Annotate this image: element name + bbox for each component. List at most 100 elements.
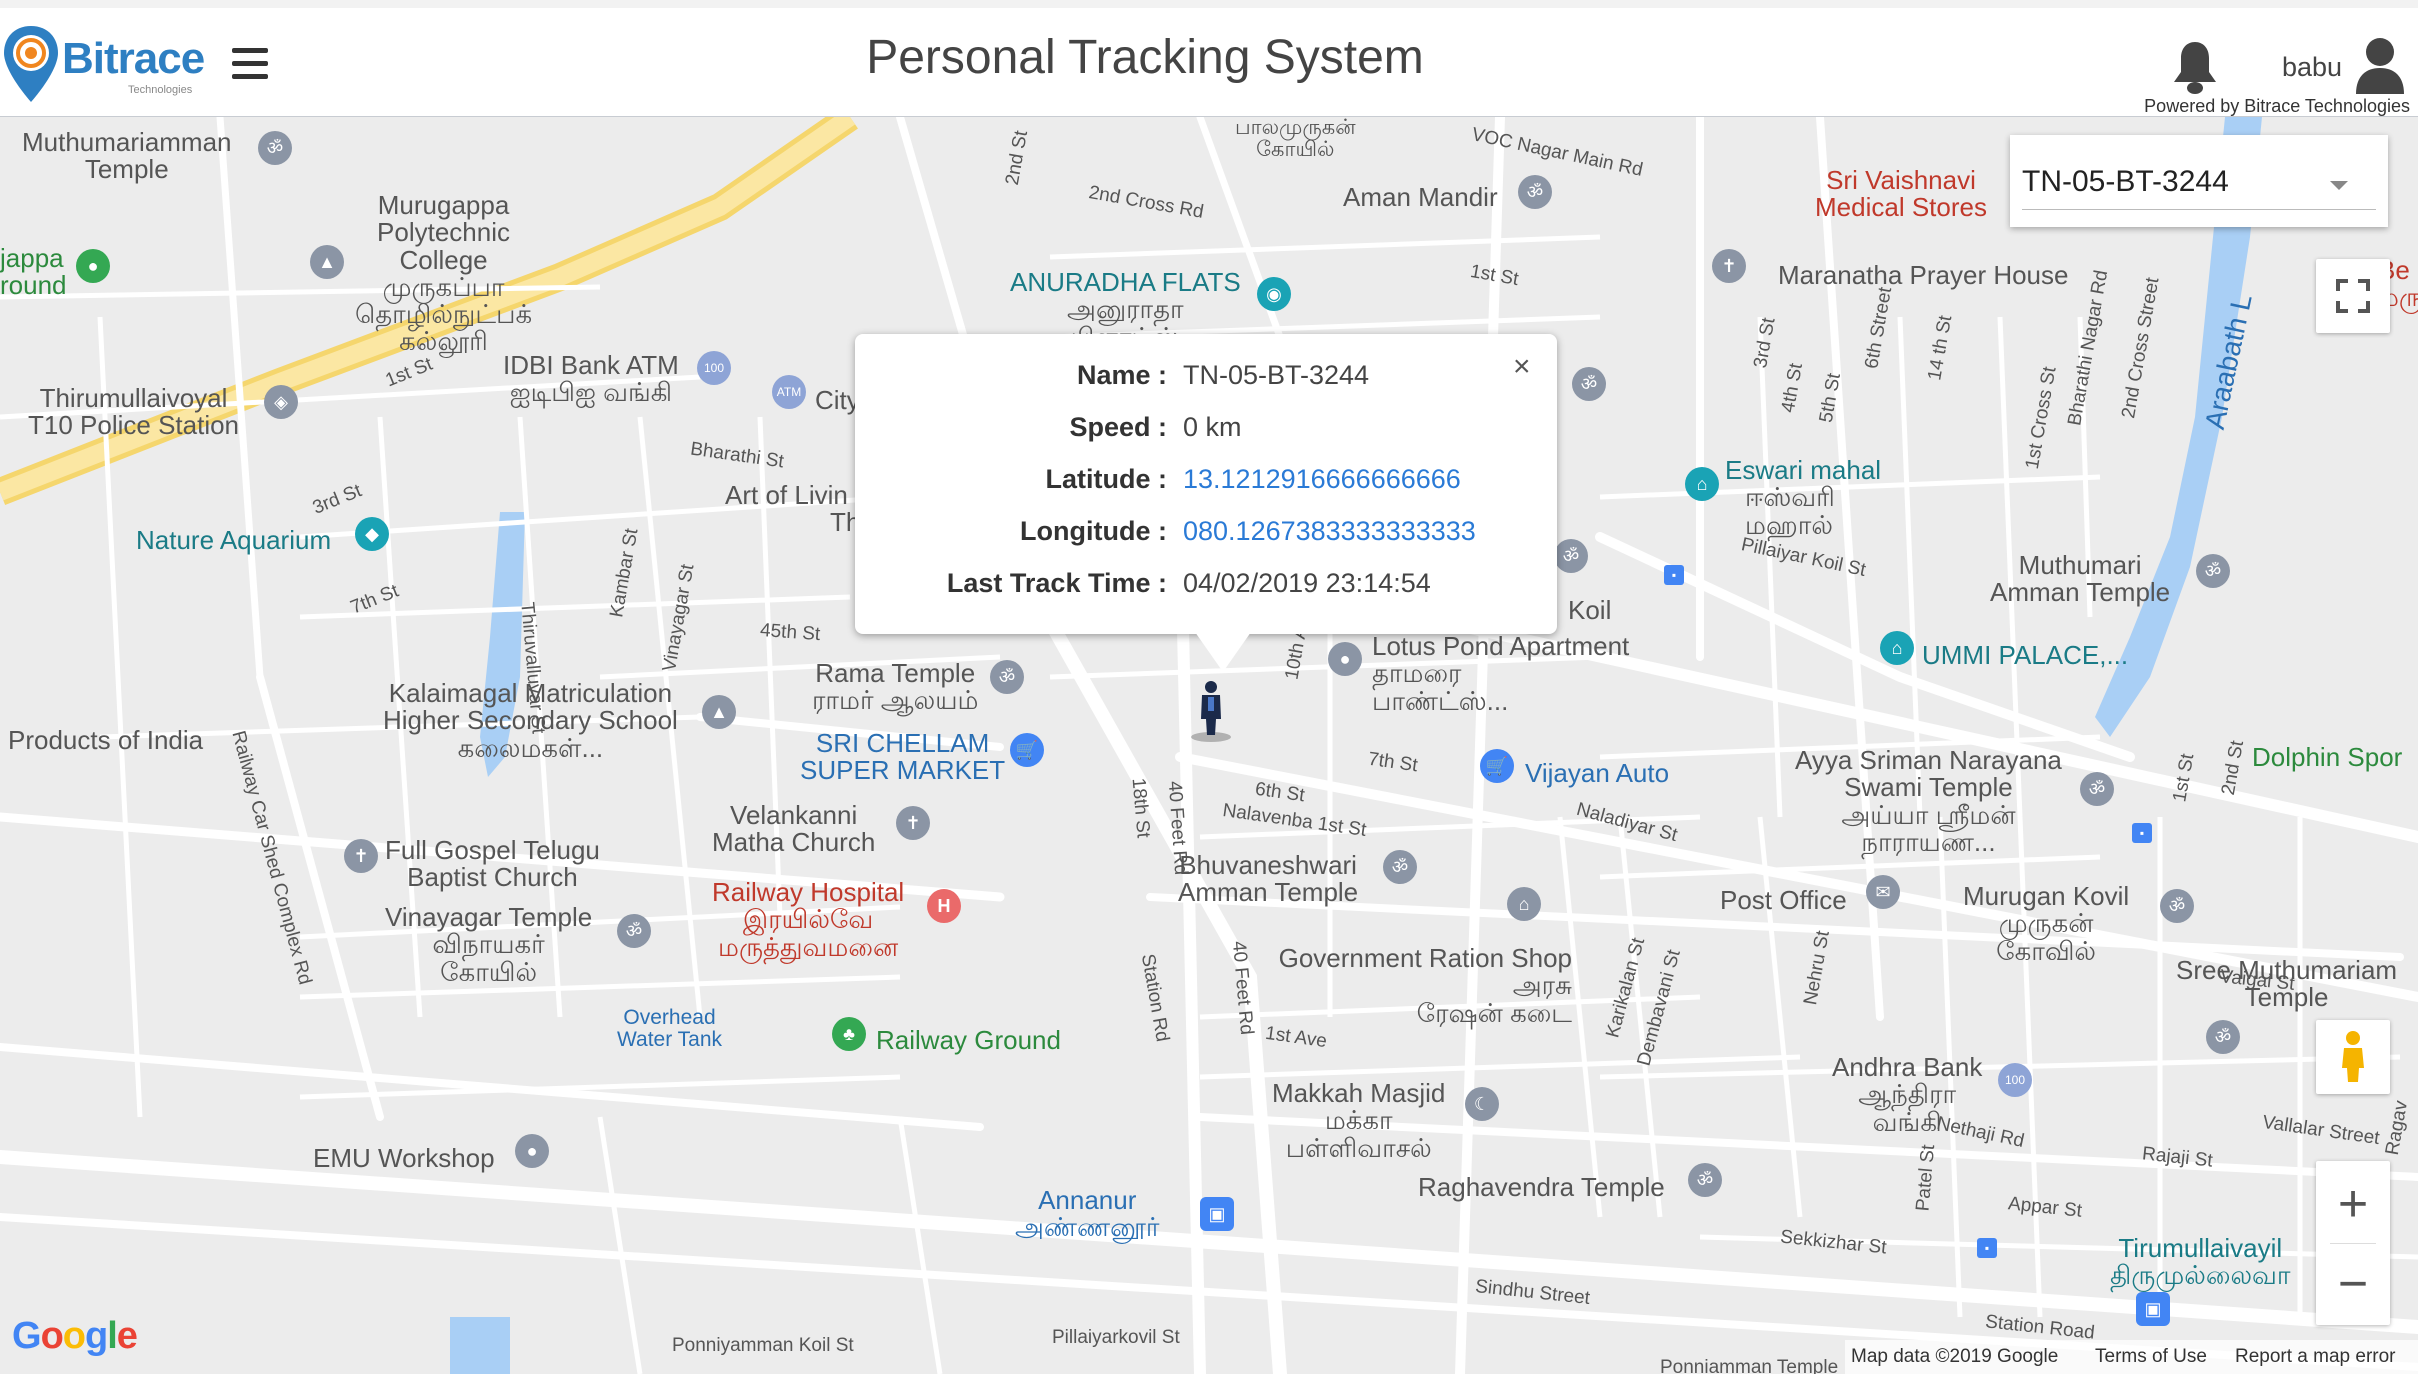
zoom-out-button[interactable]: − — [2316, 1247, 2390, 1321]
place-murugan-kovil[interactable]: Murugan Kovil முருகன் கோவில் — [1963, 882, 2129, 965]
church-icon[interactable]: ✝ — [344, 839, 378, 873]
place-aman-mandir[interactable]: Aman Mandir — [1343, 183, 1498, 211]
user-name[interactable]: babu — [2282, 52, 2342, 83]
mosque-icon[interactable]: ☾ — [1465, 1087, 1499, 1121]
place-ummi-palace[interactable]: UMMI PALACE,... — [1922, 641, 2128, 669]
bus-stop-icon[interactable]: ▪ — [1664, 565, 1684, 585]
vehicle-info-popup: × Name : TN-05-BT-3244 Speed :0 km Latitu… — [855, 334, 1557, 672]
place-railway-hospital[interactable]: Railway Hospital இரயில்வே மருத்துவமனை — [712, 878, 904, 961]
place-muthumariamman-temple[interactable]: Muthumariamman Temple — [22, 128, 232, 184]
powered-by-text: Powered by Bitrace Technologies — [2144, 96, 2410, 116]
place-raghavendra-temple[interactable]: Raghavendra Temple — [1418, 1173, 1665, 1201]
report-map-error-link[interactable]: Report a map error — [2235, 1346, 2396, 1368]
place-sree-muthumariam-temple[interactable]: Sree Muthumariam Temple — [2176, 956, 2397, 1012]
park-icon[interactable]: ● — [76, 249, 110, 283]
school-icon[interactable]: ▲ — [702, 695, 736, 729]
place-of-worship-icon[interactable]: ॐ — [2080, 772, 2114, 806]
place-sri-vaishnavi-medical[interactable]: Sri Vaishnavi Medical Stores — [1815, 166, 1987, 222]
place-of-worship-icon[interactable]: ॐ — [1518, 175, 1552, 209]
shopping-cart-icon[interactable]: 🛒 — [1480, 749, 1514, 783]
place-sri-chellam-supermarket[interactable]: SRI CHELLAM SUPER MARKET — [800, 729, 1005, 785]
atm-icon[interactable]: 100 — [1998, 1063, 2032, 1097]
place-of-worship-icon[interactable]: ॐ — [1554, 539, 1588, 573]
church-icon[interactable]: ✝ — [896, 806, 930, 840]
bus-stop-icon[interactable]: ▪ — [2132, 823, 2152, 843]
train-station-icon[interactable]: ▣ — [2136, 1292, 2170, 1326]
place-nature-aquarium[interactable]: Nature Aquarium — [136, 526, 331, 554]
train-station-icon[interactable]: ▣ — [1200, 1197, 1234, 1231]
latitude-link[interactable]: 13.1212916666666666 — [1183, 464, 1461, 495]
place-railway-ground[interactable]: Railway Ground — [876, 1026, 1061, 1054]
place-of-worship-icon[interactable]: ॐ — [1383, 850, 1417, 884]
place-of-worship-icon[interactable]: ॐ — [1572, 367, 1606, 401]
zoom-in-button[interactable]: + — [2316, 1167, 2390, 1241]
vehicle-select-dropdown[interactable]: TN-05-BT-3244 — [2010, 135, 2388, 227]
bell-icon[interactable] — [2168, 38, 2222, 98]
place-ayya-sriman-narayana-temple[interactable]: Ayya Sriman Narayana Swami Temple அய்யா ஸ்… — [1795, 746, 2062, 856]
place-of-worship-icon[interactable]: ॐ — [2196, 554, 2230, 588]
aquarium-icon[interactable]: ◆ — [355, 517, 389, 551]
mail-icon[interactable]: ✉ — [1866, 875, 1900, 909]
place-vijayan-auto[interactable]: Vijayan Auto — [1525, 759, 1669, 787]
place-of-worship-icon[interactable]: ॐ — [1688, 1163, 1722, 1197]
fullscreen-button[interactable] — [2316, 259, 2390, 333]
place-koil[interactable]: Koil — [1568, 596, 1611, 624]
tree-icon[interactable]: ♣ — [832, 1017, 866, 1051]
place-t10-police-station[interactable]: Thirumullaivoyal T10 Police Station — [28, 384, 239, 440]
app-header: Bitrace Technologies Personal Tracking S… — [0, 8, 2418, 118]
shopping-cart-icon[interactable]: 🛒 — [1010, 733, 1044, 767]
camera-icon[interactable]: ◉ — [1257, 277, 1291, 311]
place-ground-partial[interactable]: jappa round — [0, 244, 67, 300]
place-idbi-bank-atm[interactable]: IDBI Bank ATM ஐடிபிஐ வங்கி — [503, 351, 679, 407]
place-velankanni-church[interactable]: Velankanni Matha Church — [712, 801, 875, 857]
location-pin-icon[interactable]: ● — [515, 1134, 549, 1168]
place-rama-temple[interactable]: Rama Temple ராமர் ஆலயம் — [812, 659, 978, 715]
place-emu-workshop[interactable]: EMU Workshop — [313, 1144, 495, 1172]
place-andhra-bank[interactable]: Andhra Bank ஆந்திரா வங்கி — [1832, 1053, 1982, 1136]
place-city-partial[interactable]: City — [815, 386, 860, 414]
place-of-worship-icon[interactable]: ॐ — [617, 914, 651, 948]
place-eswari-mahal[interactable]: Eswari mahal ஈஸ்வரி மஹால் — [1725, 456, 1881, 539]
terms-of-use-link[interactable]: Terms of Use — [2095, 1346, 2207, 1368]
place-full-gospel-church[interactable]: Full Gospel Telugu Baptist Church — [385, 836, 600, 892]
place-government-ration-shop[interactable]: Government Ration Shop அரசு ரேஷன் கடை — [1262, 944, 1572, 1027]
police-icon[interactable]: ◈ — [264, 385, 298, 419]
hospital-icon[interactable]: H — [927, 889, 961, 923]
church-icon[interactable]: ✝ — [1712, 249, 1746, 283]
location-pin-icon[interactable]: ● — [1328, 642, 1362, 676]
place-makkah-masjid[interactable]: Makkah Masjid மக்கா பள்ளிவாசல் — [1272, 1079, 1445, 1162]
place-murugappa-polytechnic[interactable]: Murugappa Polytechnic College முருகப்பா தொழி… — [355, 191, 532, 356]
street-label: 45th St — [759, 619, 821, 646]
place-of-worship-icon[interactable]: ॐ — [990, 660, 1024, 694]
place-post-office[interactable]: Post Office — [1720, 886, 1847, 914]
place-kalaimagal-school[interactable]: Kalaimagal Matriculation Higher Secondary… — [383, 679, 678, 762]
map-canvas[interactable]: 2nd St VOC Nagar Main Rd 2nd Cross Rd 1s… — [0, 117, 2418, 1374]
place-of-worship-icon[interactable]: ॐ — [2160, 889, 2194, 923]
place-products-of-india[interactable]: Products of India — [8, 726, 203, 754]
person-marker-icon[interactable] — [1188, 679, 1234, 743]
place-dolphin-sports[interactable]: Dolphin Spor — [2252, 743, 2402, 771]
place-muthumari-amman-temple[interactable]: Muthumari Amman Temple — [1990, 551, 2170, 607]
place-overhead-water-tank[interactable]: Overhead Water Tank — [617, 1006, 722, 1051]
place-annanur-station[interactable]: Annanur அண்ணனூர் — [1015, 1186, 1159, 1242]
street-view-pegman-button[interactable] — [2316, 1020, 2390, 1094]
place-of-worship-icon[interactable]: ॐ — [258, 131, 292, 165]
atm-icon[interactable]: ATM — [772, 375, 806, 409]
bus-stop-icon[interactable]: ▪ — [1977, 1238, 1997, 1258]
school-icon[interactable]: ▲ — [310, 245, 344, 279]
event-venue-icon[interactable]: ⌂ — [1880, 631, 1914, 665]
bank-icon[interactable]: ⌂ — [1507, 887, 1541, 921]
place-bhuvaneshwari-temple[interactable]: Bhuvaneshwari Amman Temple — [1178, 851, 1358, 907]
street-label: Pillaiyarkovil St — [1052, 1327, 1180, 1348]
place-maranatha-prayer-house[interactable]: Maranatha Prayer House — [1778, 261, 2068, 289]
place-of-worship-icon[interactable]: ॐ — [2206, 1020, 2240, 1054]
google-logo[interactable]: Google — [12, 1315, 138, 1358]
place-vinayagar-temple[interactable]: Vinayagar Temple விநாயகர் கோயில் — [385, 903, 592, 986]
atm-icon[interactable]: 100 — [697, 351, 731, 385]
place-balamurugan-temple[interactable]: பாலமுருகன் கோயில் — [1235, 117, 1356, 161]
place-lotus-pond-apartment[interactable]: Lotus Pond Apartment தாமரை பாண்ட்ஸ்... — [1372, 632, 1629, 715]
user-avatar-icon[interactable] — [2354, 34, 2406, 96]
event-venue-icon[interactable]: ⌂ — [1685, 467, 1719, 501]
longitude-link[interactable]: 080.1267383333333333 — [1183, 516, 1476, 547]
place-tirumullaivayil-station[interactable]: Tirumullaivayil திருமுல்லைவா — [2110, 1234, 2291, 1290]
